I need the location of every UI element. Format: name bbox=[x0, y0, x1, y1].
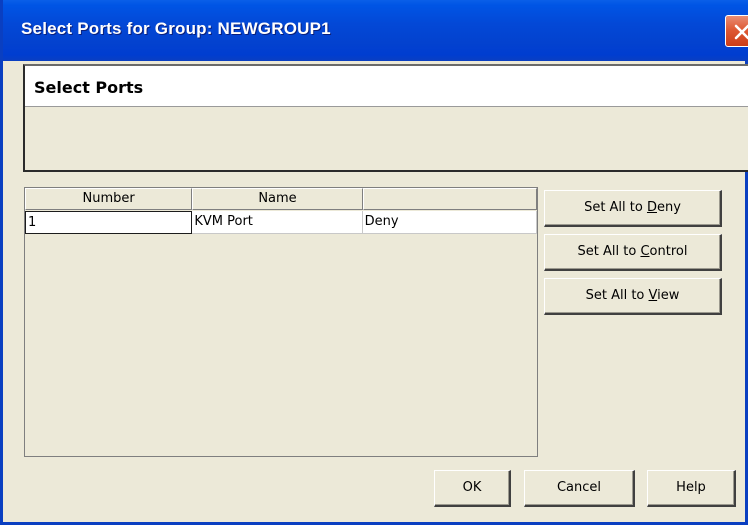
cell-access[interactable]: Deny bbox=[362, 211, 537, 234]
column-header-number[interactable]: Number bbox=[25, 188, 193, 210]
select-ports-panel: Select Ports bbox=[23, 64, 748, 172]
set-all-control-prefix: Set All to bbox=[577, 244, 641, 259]
set-all-deny-mnemonic: D bbox=[646, 200, 657, 215]
close-icon bbox=[734, 24, 748, 40]
set-all-deny-suffix: eny bbox=[657, 200, 681, 215]
column-header-name[interactable]: Name bbox=[192, 188, 363, 210]
window-title: Select Ports for Group: NEWGROUP1 bbox=[21, 19, 331, 38]
cancel-button[interactable]: Cancel bbox=[524, 470, 635, 507]
set-all-deny-button[interactable]: Set All to Deny bbox=[544, 190, 722, 227]
set-all-control-suffix: ontrol bbox=[649, 244, 688, 259]
ports-table[interactable]: Number Name 1 KVM Port Deny bbox=[24, 187, 538, 457]
set-all-control-button[interactable]: Set All to Control bbox=[544, 234, 722, 271]
set-all-deny-prefix: Set All to bbox=[584, 200, 647, 215]
cell-number[interactable]: 1 bbox=[25, 211, 193, 234]
help-button[interactable]: Help bbox=[647, 470, 736, 507]
title-bar[interactable]: Select Ports for Group: NEWGROUP1 bbox=[3, 0, 748, 61]
panel-header: Select Ports bbox=[25, 66, 748, 107]
dialog-window: Select Ports for Group: NEWGROUP1 Select… bbox=[0, 0, 748, 525]
cell-name[interactable]: KVM Port bbox=[192, 211, 363, 234]
set-all-view-prefix: Set All to bbox=[585, 288, 649, 303]
set-all-control-mnemonic: C bbox=[640, 244, 650, 259]
ok-button[interactable]: OK bbox=[434, 470, 511, 507]
panel-title: Select Ports bbox=[34, 78, 144, 97]
column-header-access[interactable] bbox=[362, 188, 537, 210]
table-row[interactable]: 1 KVM Port Deny bbox=[25, 211, 537, 234]
table-header: Number Name bbox=[25, 188, 537, 210]
set-all-view-mnemonic: V bbox=[648, 288, 658, 303]
set-all-view-button[interactable]: Set All to View bbox=[544, 278, 722, 315]
set-all-view-suffix: iew bbox=[657, 288, 680, 303]
close-button[interactable] bbox=[725, 15, 748, 47]
